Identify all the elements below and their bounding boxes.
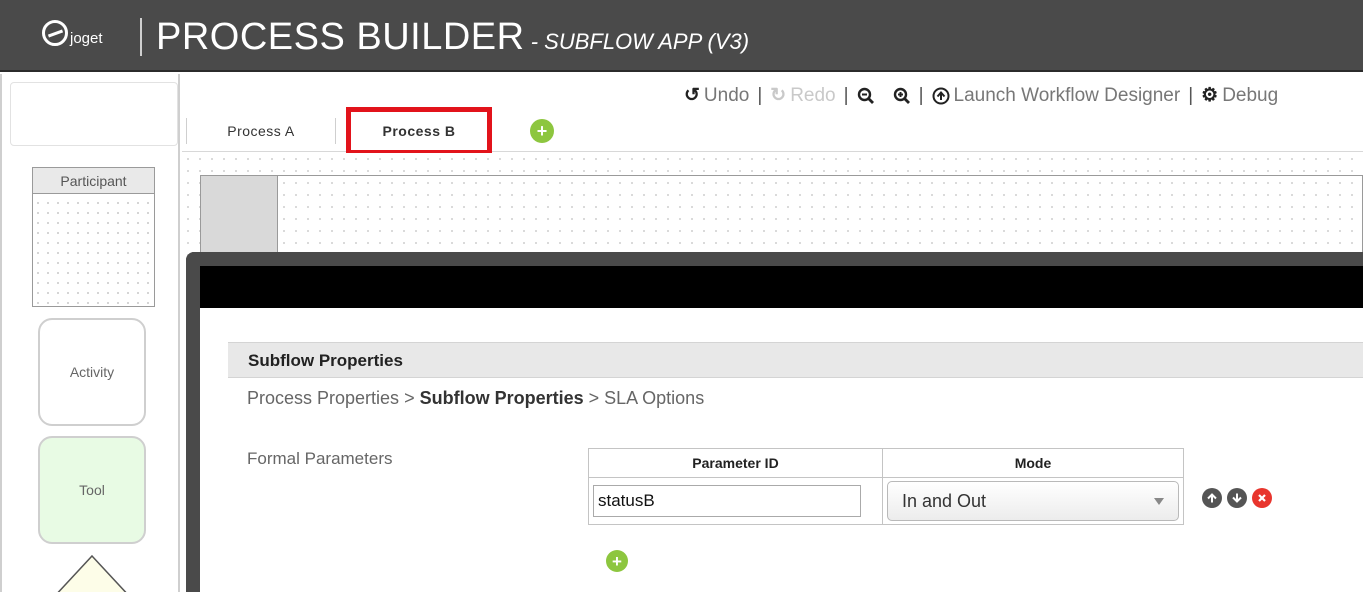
- gear-icon: ⚙: [1201, 85, 1219, 106]
- launch-workflow-designer-button[interactable]: Launch Workflow Designer: [932, 84, 1181, 107]
- palette-tool[interactable]: Tool: [38, 436, 146, 544]
- tab-process-a-label: Process A: [227, 123, 295, 139]
- zoom-out-button[interactable]: [857, 87, 875, 105]
- dialog-titlebar: [200, 266, 1363, 308]
- properties-dialog: Subflow Properties Process Properties > …: [186, 252, 1363, 592]
- breadcrumb: Process Properties > Subflow Properties …: [247, 388, 704, 409]
- logo-text: joget: [70, 30, 103, 47]
- page-title-text: PROCESS BUILDER: [156, 16, 525, 58]
- palette-activity[interactable]: Activity: [38, 318, 146, 426]
- parameter-id-input[interactable]: [593, 485, 861, 517]
- add-process-button[interactable]: +: [530, 119, 554, 143]
- redo-label: Redo: [790, 84, 836, 106]
- debug-button[interactable]: ⚙ Debug: [1201, 84, 1278, 107]
- page-title: PROCESS BUILDER - SUBFLOW APP (V3): [156, 16, 749, 59]
- page-subtitle: - SUBFLOW APP (V3): [524, 29, 750, 54]
- redo-button[interactable]: ↻ Redo: [770, 84, 835, 107]
- toolbar-separator: |: [843, 84, 849, 106]
- toolbar-separator: |: [918, 84, 924, 106]
- add-parameter-button[interactable]: +: [606, 550, 628, 572]
- move-down-button[interactable]: [1227, 488, 1247, 508]
- zoom-in-button[interactable]: [893, 87, 911, 105]
- toolbar: ↺ Undo | ↻ Redo | | Launch Workflow Desi…: [684, 84, 1278, 107]
- upload-circle-icon: [932, 87, 949, 104]
- breadcrumb-separator: >: [399, 388, 420, 408]
- undo-icon: ↺: [684, 85, 700, 106]
- joget-logo-icon: [42, 20, 68, 46]
- arrow-up-icon: [1207, 493, 1217, 503]
- column-header-parameter-id: Parameter ID: [588, 448, 883, 478]
- arrow-down-icon: [1232, 493, 1242, 503]
- tool-label: Tool: [79, 482, 105, 498]
- breadcrumb-process-properties[interactable]: Process Properties: [247, 388, 399, 408]
- palette-header-box: [10, 82, 178, 146]
- move-up-button[interactable]: [1202, 488, 1222, 508]
- tab-process-a[interactable]: Process A: [186, 118, 336, 144]
- toolbar-separator: |: [1188, 84, 1194, 106]
- joget-logo: joget: [42, 20, 103, 47]
- undo-button[interactable]: ↺ Undo: [684, 84, 749, 107]
- activity-label: Activity: [69, 364, 115, 380]
- toolbar-separator: |: [757, 84, 763, 106]
- undo-label: Undo: [703, 84, 750, 106]
- formal-parameters-label: Formal Parameters: [247, 449, 393, 468]
- table-row: In and Out: [588, 477, 1184, 525]
- column-header-mode: Mode: [882, 448, 1184, 478]
- redo-icon: ↻: [770, 85, 787, 106]
- row-actions: [1202, 488, 1272, 508]
- debug-label: Debug: [1222, 84, 1279, 106]
- close-icon: [1258, 494, 1266, 502]
- tab-process-b[interactable]: Process B: [346, 107, 492, 155]
- mode-select-value: In and Out: [902, 490, 987, 511]
- delete-row-button[interactable]: [1252, 488, 1272, 508]
- app-header: joget PROCESS BUILDER - SUBFLOW APP (V3): [0, 0, 1363, 72]
- palette-route[interactable]: [38, 554, 146, 592]
- formal-parameters-table: Parameter ID Mode In and Out: [588, 448, 1184, 525]
- section-title: Subflow Properties: [228, 342, 1363, 378]
- process-tabs: Process A Process B +: [182, 107, 1363, 155]
- mode-cell: In and Out: [882, 477, 1184, 525]
- participant-label: Participant: [33, 168, 154, 194]
- palette-participant[interactable]: Participant: [32, 167, 155, 307]
- parameter-id-cell: [588, 477, 883, 525]
- chevron-down-icon: [1154, 497, 1164, 505]
- route-diamond-icon: [57, 554, 127, 592]
- breadcrumb-subflow-properties: Subflow Properties: [419, 388, 584, 408]
- launch-label: Launch Workflow Designer: [953, 84, 1181, 106]
- header-divider: [140, 18, 142, 56]
- zoom-in-icon: [893, 87, 910, 104]
- breadcrumb-separator: >: [583, 388, 605, 408]
- mode-select[interactable]: In and Out: [887, 481, 1179, 521]
- zoom-out-icon: [857, 87, 874, 104]
- tab-process-b-label: Process B: [382, 123, 456, 139]
- breadcrumb-sla-options[interactable]: SLA Options: [604, 388, 704, 408]
